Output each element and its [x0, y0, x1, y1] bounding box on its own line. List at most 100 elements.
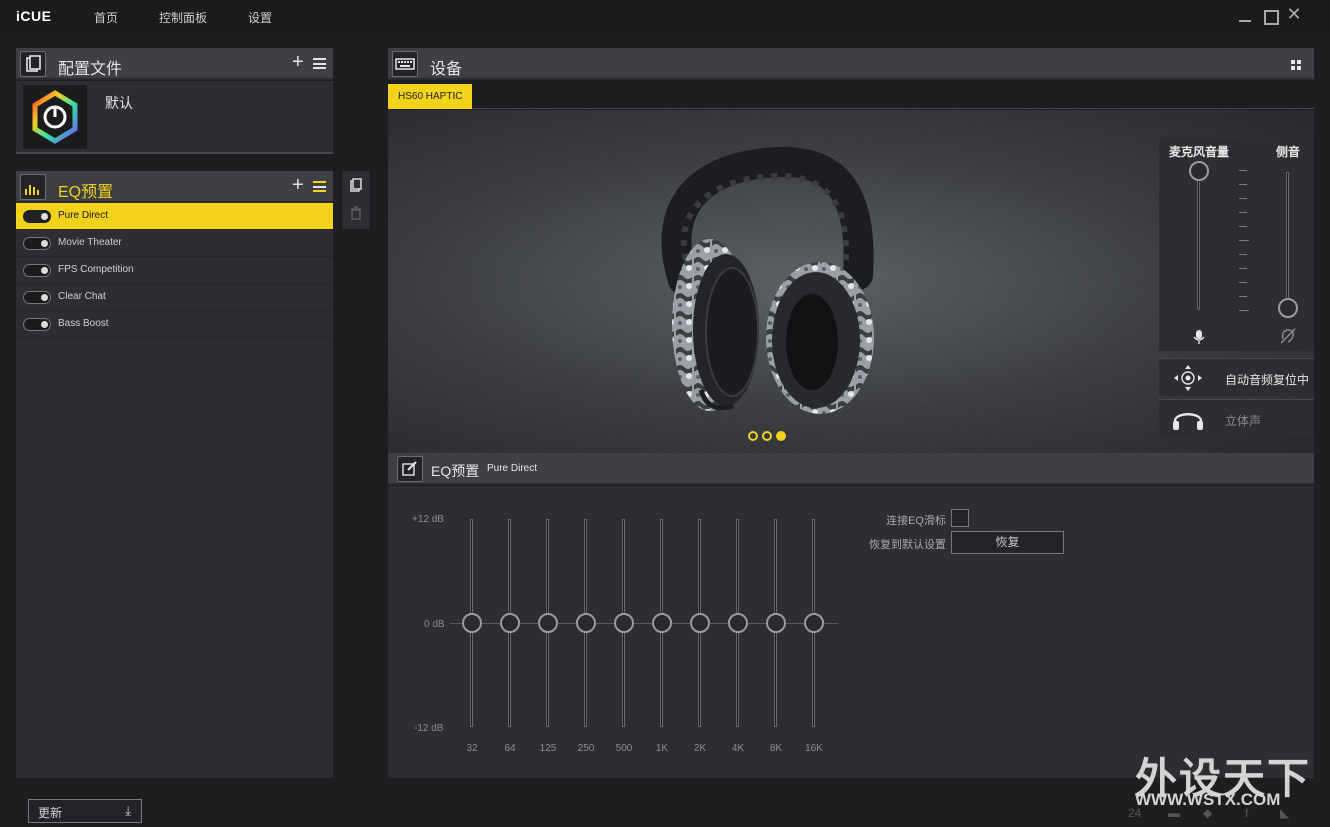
- eq-band-label: 250: [577, 743, 595, 754]
- eq-editor: +12 dB 0 dB -12 dB 32 64 125 250 500 1K 2K 4K 8K…: [388, 486, 1314, 778]
- trash-icon[interactable]: [348, 205, 364, 224]
- eq-editor-preset-name: Pure Direct: [487, 463, 538, 474]
- profiles-title: 配置文件: [58, 61, 123, 78]
- surround-icon: [1173, 364, 1203, 395]
- profile-item[interactable]: 默认: [16, 81, 333, 154]
- eq-band-slider[interactable]: [690, 613, 710, 633]
- eq-band-label: 8K: [769, 743, 783, 754]
- mic-volume-track[interactable]: [1197, 172, 1200, 310]
- eq-band-label: 16K: [805, 743, 823, 754]
- counter-badge: 24: [1128, 806, 1142, 820]
- mic-volume-slider[interactable]: [1189, 161, 1209, 181]
- carousel-dot[interactable]: [762, 431, 772, 441]
- carousel-dots: [748, 430, 790, 444]
- equalizer-icon: [20, 174, 46, 200]
- nav-dashboard[interactable]: 控制面板: [159, 9, 207, 26]
- audio-mode-label: 自动音频复位中: [1225, 373, 1310, 387]
- add-profile-button[interactable]: +: [292, 52, 304, 72]
- reset-default-label: 恢复到默认设置: [869, 539, 946, 551]
- sidetone-track[interactable]: [1286, 172, 1289, 310]
- eq-preset-label: Pure Direct: [58, 210, 109, 221]
- eq-axis-max: +12 dB: [412, 514, 444, 525]
- maximize-icon[interactable]: [1262, 8, 1279, 25]
- microphone-icon: [1192, 329, 1206, 348]
- eq-preset-label: FPS Competition: [58, 264, 134, 275]
- sidetone-slider[interactable]: [1278, 298, 1298, 318]
- nav-settings[interactable]: 设置: [248, 9, 272, 26]
- device-tab-hs60[interactable]: HS60 HAPTIC: [388, 84, 473, 109]
- eq-band-label: 32: [466, 743, 478, 754]
- title-bar: iCUE 首页 控制面板 设置 ✕: [0, 0, 1330, 32]
- eq-preset-item[interactable]: Movie Theater: [16, 230, 333, 257]
- nav-home[interactable]: 首页: [94, 9, 118, 26]
- devices-title: 设备: [430, 61, 463, 78]
- facebook-icon[interactable]: f: [1245, 806, 1248, 820]
- copy-icon[interactable]: [348, 177, 364, 196]
- grid-view-icon[interactable]: [1291, 59, 1301, 70]
- stereo-button[interactable]: 立体声: [1159, 399, 1314, 437]
- eq-preset-toggle[interactable]: [23, 264, 51, 277]
- close-icon[interactable]: ✕: [1286, 5, 1302, 23]
- sidetone-label: 侧音: [1276, 145, 1301, 159]
- download-icon: ⤓: [125, 803, 131, 818]
- app-name: iCUE: [16, 8, 52, 24]
- eq-band-slider[interactable]: [728, 613, 748, 633]
- eq-preset-toggle[interactable]: [23, 210, 51, 223]
- eq-preset-item[interactable]: Clear Chat: [16, 284, 333, 311]
- update-button[interactable]: 更新 ⤓: [28, 799, 142, 823]
- profile-files-icon: [20, 51, 46, 77]
- eq-band-label: 2K: [693, 743, 707, 754]
- reset-button[interactable]: 恢复: [951, 531, 1064, 554]
- sidetone-mute-icon: [1279, 327, 1297, 348]
- eq-band-label: 125: [539, 743, 557, 754]
- keyboard-icon: [392, 51, 418, 77]
- link-sliders-label: 连接EQ滑标: [886, 515, 946, 527]
- eq-band-slider[interactable]: [462, 613, 482, 633]
- eq-band-label: 64: [504, 743, 516, 754]
- eq-preset-toggle[interactable]: [23, 237, 51, 250]
- eq-preset-item[interactable]: Bass Boost: [16, 311, 333, 338]
- device-tabs: HS60 HAPTIC: [388, 82, 1314, 109]
- eq-band-slider[interactable]: [804, 613, 824, 633]
- carousel-dot[interactable]: [748, 431, 758, 441]
- eq-presets-title: EQ预置: [58, 184, 114, 201]
- eq-band-slider[interactable]: [576, 613, 596, 633]
- audio-mode-button[interactable]: 自动音频复位中: [1159, 358, 1314, 396]
- eq-preset-item[interactable]: Pure Direct: [16, 203, 333, 230]
- chat-icon[interactable]: ▬: [1168, 806, 1180, 820]
- eq-band-slider[interactable]: [766, 613, 786, 633]
- eq-presets-header: EQ预置 +: [16, 171, 333, 203]
- eq-preset-item[interactable]: FPS Competition: [16, 257, 333, 284]
- eq-band-slider[interactable]: [652, 613, 672, 633]
- eq-preset-list: Pure Direct Movie Theater FPS Competitio…: [16, 203, 333, 778]
- eq-preset-tools: [342, 171, 370, 229]
- profile-name: 默认: [105, 95, 133, 111]
- eq-band-label: 4K: [731, 743, 745, 754]
- corsair-icon[interactable]: ◣: [1280, 806, 1289, 820]
- update-label: 更新: [38, 806, 63, 820]
- eq-axis-mid: 0 dB: [424, 619, 445, 630]
- stereo-label: 立体声: [1225, 414, 1262, 428]
- eq-band-slider[interactable]: [500, 613, 520, 633]
- eq-preset-label: Clear Chat: [58, 291, 106, 302]
- audio-controls: 麦克风音量 侧音: [1159, 139, 1314, 351]
- minimize-icon[interactable]: [1237, 8, 1253, 24]
- eq-band-slider[interactable]: [614, 613, 634, 633]
- volume-scale: [1239, 170, 1249, 324]
- eq-preset-toggle[interactable]: [23, 291, 51, 304]
- twitter-icon[interactable]: ◆: [1203, 806, 1212, 820]
- eq-preset-menu-icon[interactable]: [313, 181, 326, 192]
- headphones-icon: [1171, 406, 1205, 435]
- link-sliders-checkbox[interactable]: [951, 509, 969, 527]
- edit-icon: [397, 456, 423, 482]
- add-eq-preset-button[interactable]: +: [292, 175, 304, 195]
- carousel-dot[interactable]: [776, 431, 786, 441]
- eq-preset-label: Movie Theater: [58, 237, 122, 248]
- mic-volume-label: 麦克风音量: [1169, 145, 1230, 159]
- eq-band-label: 500: [615, 743, 633, 754]
- eq-editor-header: EQ预置 Pure Direct: [388, 453, 1314, 485]
- eq-band-slider[interactable]: [538, 613, 558, 633]
- eq-preset-toggle[interactable]: [23, 318, 51, 331]
- profile-menu-icon[interactable]: [313, 58, 326, 69]
- eq-editor-title: EQ预置: [431, 463, 480, 479]
